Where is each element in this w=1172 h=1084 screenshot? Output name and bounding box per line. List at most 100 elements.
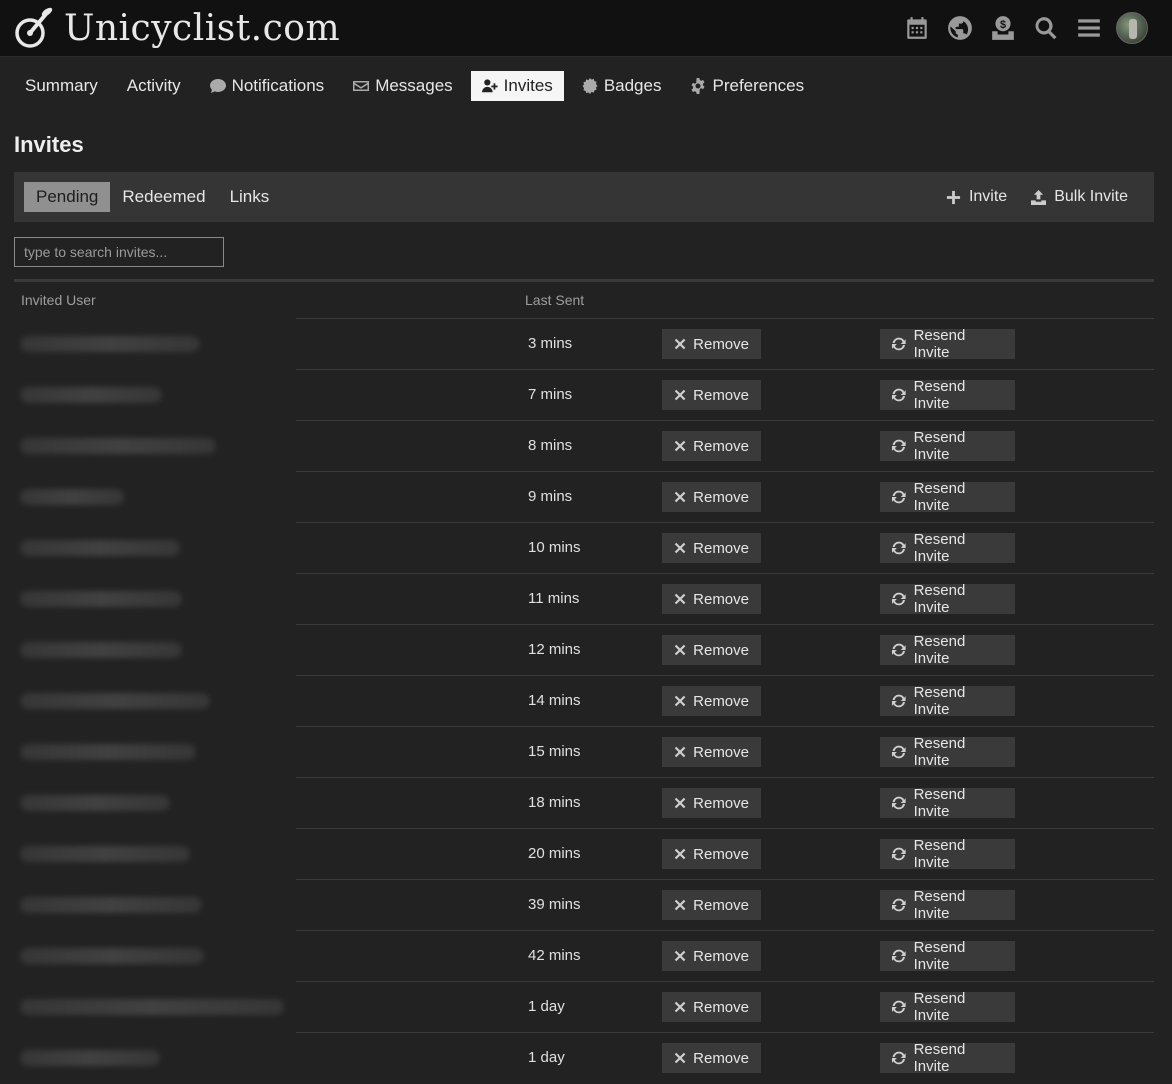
nav-badges[interactable]: Badges (571, 71, 673, 101)
remove-button[interactable]: Remove (662, 737, 761, 767)
last-sent-value: 10 mins (528, 539, 581, 556)
resend-invite-button[interactable]: Resend Invite (880, 480, 1015, 514)
times-icon (674, 644, 686, 656)
row-divider (296, 471, 1154, 472)
resend-invite-button[interactable]: Resend Invite (880, 1041, 1015, 1075)
nav-messages[interactable]: Messages (342, 71, 463, 101)
times-icon (674, 1052, 686, 1064)
table-row: 9 mins Remove Resend Invite (14, 471, 1154, 522)
remove-button[interactable]: Remove (662, 584, 761, 614)
resend-invite-button-label: Resend Invite (913, 837, 966, 871)
table-row: 39 mins Remove Resend Invite (14, 879, 1154, 930)
resend-invite-button[interactable]: Resend Invite (880, 327, 1015, 361)
remove-button[interactable]: Remove (662, 992, 761, 1022)
remove-button[interactable]: Remove (662, 533, 761, 563)
sync-icon (891, 796, 906, 810)
invited-user-redacted (20, 642, 182, 658)
column-header-invited-user: Invited User (21, 292, 96, 308)
last-sent-value: 1 day (528, 1049, 565, 1066)
remove-button[interactable]: Remove (662, 686, 761, 716)
table-row: 10 mins Remove Resend Invite (14, 522, 1154, 573)
resend-invite-button-label: Resend Invite (913, 786, 966, 820)
row-divider (296, 573, 1154, 574)
row-divider (296, 318, 1154, 319)
times-icon (674, 389, 686, 401)
sync-icon (891, 337, 906, 351)
resend-invite-button[interactable]: Resend Invite (880, 939, 1015, 973)
remove-button[interactable]: Remove (662, 1043, 761, 1073)
user-plus-icon (481, 79, 498, 93)
resend-invite-button[interactable]: Resend Invite (880, 531, 1015, 565)
user-avatar[interactable] (1116, 12, 1148, 44)
times-icon (674, 491, 686, 503)
row-divider (296, 828, 1154, 829)
last-sent-value: 20 mins (528, 845, 581, 862)
search-invites-input[interactable] (14, 237, 224, 267)
resend-invite-button[interactable]: Resend Invite (880, 990, 1015, 1024)
remove-button[interactable]: Remove (662, 482, 761, 512)
remove-button-label: Remove (693, 539, 749, 557)
search-icon[interactable] (1030, 12, 1062, 44)
remove-button-label: Remove (693, 845, 749, 863)
nav-preferences-label: Preferences (712, 76, 805, 95)
row-divider (296, 369, 1154, 370)
nav-summary-label: Summary (25, 76, 98, 95)
remove-button[interactable]: Remove (662, 941, 761, 971)
remove-button-label: Remove (693, 437, 749, 455)
table-row: 18 mins Remove Resend Invite (14, 777, 1154, 828)
resend-invite-button[interactable]: Resend Invite (880, 786, 1015, 820)
invited-user-redacted (20, 693, 210, 709)
remove-button-label: Remove (693, 641, 749, 659)
nav-summary[interactable]: Summary (14, 71, 109, 101)
row-divider (296, 879, 1154, 880)
row-divider (296, 726, 1154, 727)
invites-tabs-bar: Pending Redeemed Links Invite Bulk Invit… (14, 172, 1154, 222)
remove-button[interactable]: Remove (662, 890, 761, 920)
remove-button-label: Remove (693, 1049, 749, 1067)
row-divider (296, 1032, 1154, 1033)
site-logo[interactable]: Unicyclist.com (12, 4, 340, 52)
globe-icon[interactable] (944, 12, 976, 44)
table-row: 14 mins Remove Resend Invite (14, 675, 1154, 726)
row-divider (296, 624, 1154, 625)
donate-icon[interactable]: $ (987, 12, 1019, 44)
resend-invite-button[interactable]: Resend Invite (880, 633, 1015, 667)
resend-invite-button[interactable]: Resend Invite (880, 684, 1015, 718)
invite-button[interactable]: Invite (934, 182, 1019, 212)
bulk-invite-button[interactable]: Bulk Invite (1019, 182, 1140, 212)
resend-invite-button[interactable]: Resend Invite (880, 429, 1015, 463)
resend-invite-button[interactable]: Resend Invite (880, 837, 1015, 871)
invited-user-redacted (20, 846, 190, 862)
table-row: 7 mins Remove Resend Invite (14, 369, 1154, 420)
remove-button[interactable]: Remove (662, 788, 761, 818)
remove-button[interactable]: Remove (662, 635, 761, 665)
remove-button[interactable]: Remove (662, 431, 761, 461)
remove-button[interactable]: Remove (662, 839, 761, 869)
tab-pending[interactable]: Pending (24, 182, 111, 212)
tab-redeemed[interactable]: Redeemed (110, 182, 217, 212)
resend-invite-button[interactable]: Resend Invite (880, 582, 1015, 616)
resend-invite-button[interactable]: Resend Invite (880, 735, 1015, 769)
nav-activity[interactable]: Activity (116, 71, 192, 101)
resend-invite-button[interactable]: Resend Invite (880, 378, 1015, 412)
nav-invites[interactable]: Invites (470, 71, 564, 101)
nav-preferences[interactable]: Preferences (679, 71, 815, 101)
nav-notifications[interactable]: Notifications (199, 71, 336, 101)
resend-invite-button-label: Resend Invite (913, 633, 966, 667)
resend-invite-button-label: Resend Invite (913, 990, 966, 1024)
tab-links[interactable]: Links (218, 182, 282, 212)
last-sent-value: 9 mins (528, 488, 573, 505)
resend-invite-button-label: Resend Invite (913, 735, 966, 769)
remove-button[interactable]: Remove (662, 380, 761, 410)
resend-invite-button-label: Resend Invite (913, 684, 966, 718)
resend-invite-button-label: Resend Invite (913, 939, 966, 973)
times-icon (674, 899, 686, 911)
hamburger-menu-icon[interactable] (1073, 12, 1105, 44)
user-nav: Summary Activity Notifications Messages … (14, 71, 822, 101)
calendar-icon[interactable] (901, 12, 933, 44)
tab-pending-label: Pending (36, 187, 99, 206)
remove-button[interactable]: Remove (662, 329, 761, 359)
resend-invite-button[interactable]: Resend Invite (880, 888, 1015, 922)
row-divider (296, 675, 1154, 676)
invited-user-redacted (20, 540, 180, 556)
